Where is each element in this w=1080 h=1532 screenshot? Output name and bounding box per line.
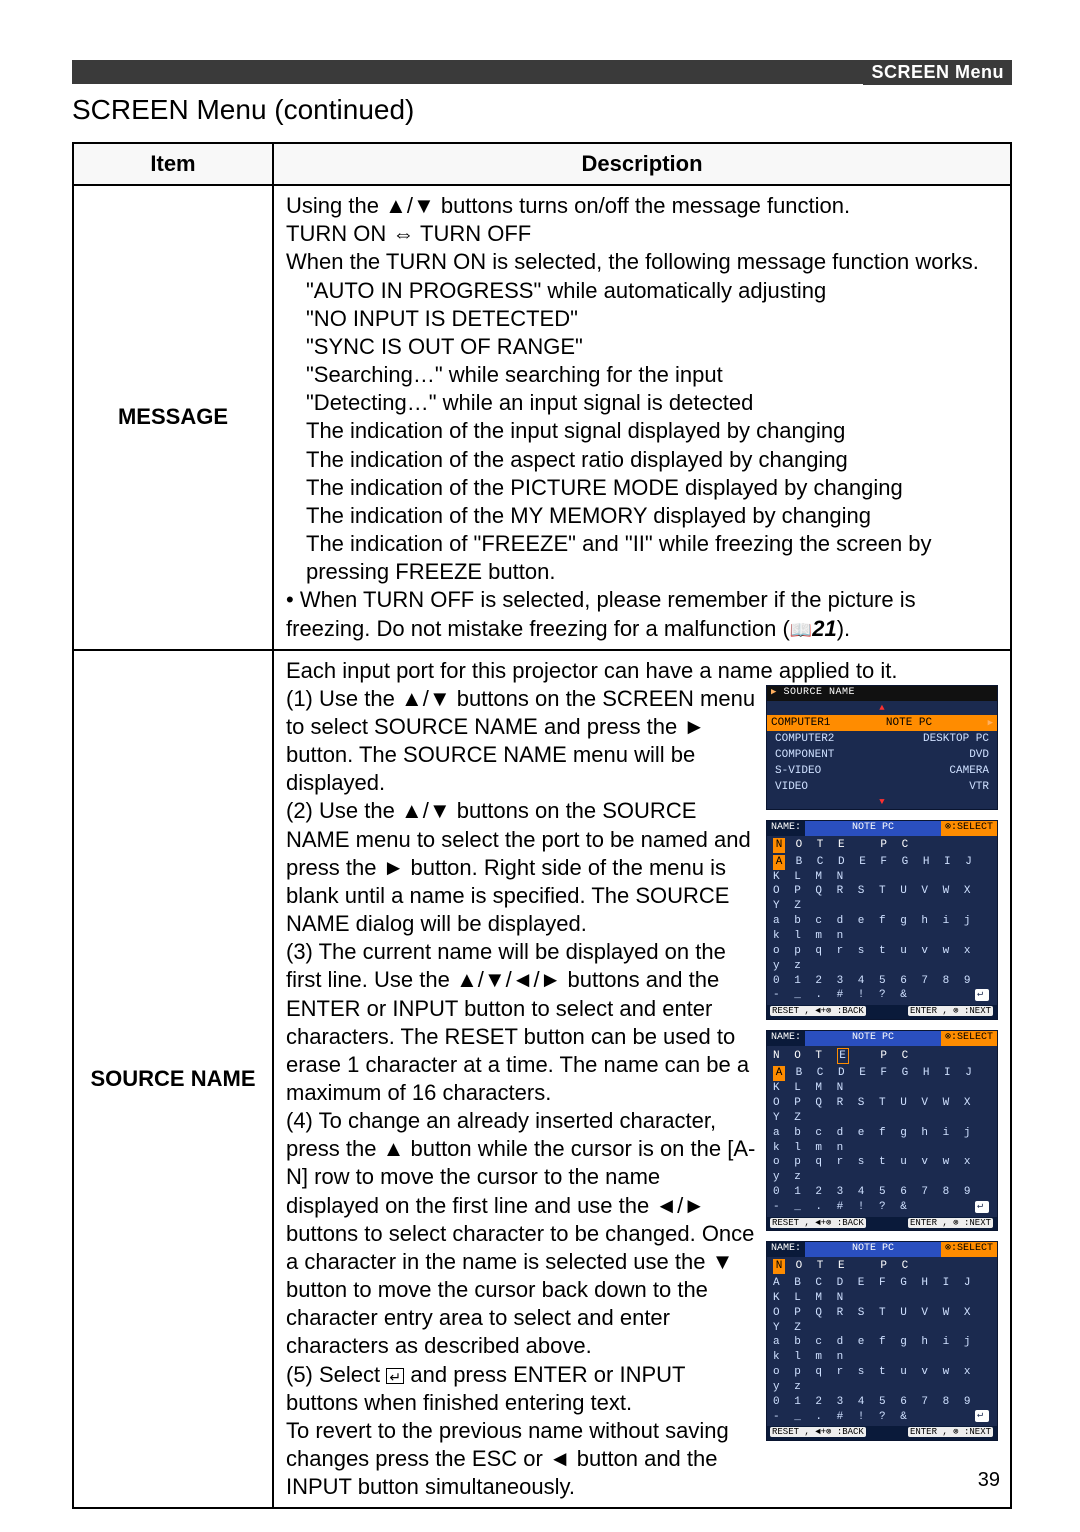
table-row: SOURCE NAME Each input port for this pro… bbox=[73, 650, 1011, 1509]
osd-keyboard-2: NAME:NOTE PC⊗:SELECT N O T E P C A B C D… bbox=[766, 1030, 998, 1232]
select-hint: ⊗:SELECT bbox=[941, 821, 997, 836]
msg-line: When the TURN ON is selected, the follow… bbox=[286, 248, 998, 276]
foot-left: RESET , ◄+⊗ :BACK bbox=[770, 1006, 866, 1016]
osd-srcv: NOTE PC bbox=[886, 716, 932, 730]
foot-left: RESET , ◄+⊗ :BACK bbox=[770, 1427, 866, 1437]
src-line: Each input port for this projector can h… bbox=[286, 657, 998, 685]
name-value: NOTE PC bbox=[805, 1242, 941, 1257]
osd-src: COMPONENT bbox=[775, 748, 834, 762]
triangle-right-icon bbox=[988, 716, 993, 730]
name-value: NOTE PC bbox=[805, 821, 941, 836]
msg-line: • When TURN OFF is selected, please reme… bbox=[286, 586, 998, 642]
osd-keyboard-1: NAME:NOTE PC⊗:SELECT N O T E P C A B C D… bbox=[766, 820, 998, 1020]
osd-src: COMPUTER1 bbox=[771, 716, 830, 730]
book-icon bbox=[790, 616, 812, 641]
return-icon: ↵ bbox=[975, 1410, 989, 1422]
osd-keyboard-3: NAME:NOTE PC⊗:SELECT N O T E P C A B C D… bbox=[766, 1241, 998, 1441]
select-hint: ⊗:SELECT bbox=[941, 1242, 997, 1257]
kbd-row: 0 1 2 3 4 5 6 7 8 9 bbox=[773, 1395, 991, 1410]
triangle-right-icon bbox=[771, 687, 777, 698]
header-bar: SCREEN Menu bbox=[72, 60, 1012, 84]
foot-right: ENTER , ⊗ :NEXT bbox=[908, 1427, 993, 1437]
return-icon: ↵ bbox=[975, 989, 989, 1001]
foot-right: ENTER , ⊗ :NEXT bbox=[908, 1218, 993, 1228]
foot-left: RESET , ◄+⊗ :BACK bbox=[770, 1218, 866, 1228]
name-label: NAME: bbox=[767, 1242, 805, 1257]
msg-text: ). bbox=[837, 616, 850, 641]
header-tab: SCREEN Menu bbox=[863, 60, 1012, 85]
kbd-row: - _ . # ! ? & bbox=[773, 1410, 991, 1425]
osd-srcv: CAMERA bbox=[949, 764, 989, 778]
kbd-row: O P Q R S T U V W X Y Z bbox=[773, 1306, 991, 1336]
cursor-box: N bbox=[773, 838, 785, 853]
th-item: Item bbox=[73, 143, 273, 185]
kbd-row: O P Q R S T U V W X Y Z bbox=[773, 1096, 991, 1126]
kbd-row: - _ . # ! ? & bbox=[773, 1200, 991, 1215]
desc-source-name: Each input port for this projector can h… bbox=[273, 650, 1011, 1509]
osd-srcv: DESKTOP PC bbox=[923, 732, 989, 746]
msg-line: "AUTO IN PROGRESS" while automatically a… bbox=[286, 277, 998, 305]
kbd-row: a b c d e f g h i j k l m n bbox=[773, 1126, 991, 1156]
page-number: 39 bbox=[978, 1469, 1000, 1492]
osd-src: S-VIDEO bbox=[775, 764, 821, 778]
cursor-box: A bbox=[773, 855, 785, 870]
cursor-box: A bbox=[773, 1066, 785, 1081]
osd-src: COMPUTER2 bbox=[775, 732, 834, 746]
msg-line: The indication of the input signal displ… bbox=[286, 417, 998, 445]
kbd-row: O P Q R S T U V W X Y Z bbox=[773, 884, 991, 914]
item-source-name: SOURCE NAME bbox=[73, 650, 273, 1509]
osd-column: SOURCE NAME COMPUTER1 NOTE PC COMPUTER2 DE… bbox=[766, 685, 998, 1451]
osd-title: SOURCE NAME bbox=[783, 687, 855, 698]
msg-line: "NO INPUT IS DETECTED" bbox=[286, 305, 998, 333]
msg-line: "Searching…" while searching for the inp… bbox=[286, 361, 998, 389]
desc-message: Using the ▲/▼ buttons turns on/off the m… bbox=[273, 185, 1011, 650]
name-label: NAME: bbox=[767, 821, 805, 836]
msg-line: "Detecting…" while an input signal is de… bbox=[286, 389, 998, 417]
osd-srcv: VTR bbox=[969, 780, 989, 794]
return-icon: ↵ bbox=[975, 1201, 989, 1213]
msg-line: The indication of the aspect ratio displ… bbox=[286, 446, 998, 474]
osd-srcv: DVD bbox=[969, 748, 989, 762]
kbd-row: o p q r s t u v w x y z bbox=[773, 944, 991, 974]
name-label: NAME: bbox=[767, 1031, 805, 1046]
kbd-row: a b c d e f g h i j k l m n bbox=[773, 1335, 991, 1365]
osd-source-list: SOURCE NAME COMPUTER1 NOTE PC COMPUTER2 DE… bbox=[766, 685, 998, 810]
msg-line: The indication of the PICTURE MODE displ… bbox=[286, 474, 998, 502]
foot-right: ENTER , ⊗ :NEXT bbox=[908, 1006, 993, 1016]
item-message: MESSAGE bbox=[73, 185, 273, 650]
osd-src: VIDEO bbox=[775, 780, 808, 794]
kbd-row: A B C D E F G H I J K L M N bbox=[773, 1276, 991, 1306]
return-icon: ↵ bbox=[386, 1368, 404, 1384]
page-ref: 21 bbox=[812, 616, 836, 641]
kbd-row: 0 1 2 3 4 5 6 7 8 9 bbox=[773, 1185, 991, 1200]
msg-line: TURN ON ⇔ TURN OFF bbox=[286, 220, 998, 248]
cursor-box: N bbox=[773, 1259, 785, 1274]
kbd-row: o p q r s t u v w x y z bbox=[773, 1155, 991, 1185]
msg-line: The indication of "FREEZE" and "II" whil… bbox=[286, 530, 998, 586]
kbd-row: o p q r s t u v w x y z bbox=[773, 1365, 991, 1395]
msg-line: The indication of the MY MEMORY displaye… bbox=[286, 502, 998, 530]
screen-menu-table: Item Description MESSAGE Using the ▲/▼ b… bbox=[72, 142, 1012, 1509]
kbd-row: 0 1 2 3 4 5 6 7 8 9 bbox=[773, 974, 991, 989]
select-hint: ⊗:SELECT bbox=[941, 1031, 997, 1046]
cursor-outline: E bbox=[837, 1048, 849, 1065]
table-row: MESSAGE Using the ▲/▼ buttons turns on/o… bbox=[73, 185, 1011, 650]
msg-line: Using the ▲/▼ buttons turns on/off the m… bbox=[286, 192, 998, 220]
page-title: SCREEN Menu (continued) bbox=[72, 94, 1012, 126]
src-text: (5) Select bbox=[286, 1362, 386, 1387]
kbd-row: a b c d e f g h i j k l m n bbox=[773, 914, 991, 944]
msg-line: "SYNC IS OUT OF RANGE" bbox=[286, 333, 998, 361]
th-desc: Description bbox=[273, 143, 1011, 185]
name-value: NOTE PC bbox=[805, 1031, 941, 1046]
triangle-down-icon bbox=[879, 796, 884, 808]
triangle-up-icon bbox=[879, 702, 884, 714]
kbd-row: - _ . # ! ? & bbox=[773, 988, 991, 1003]
